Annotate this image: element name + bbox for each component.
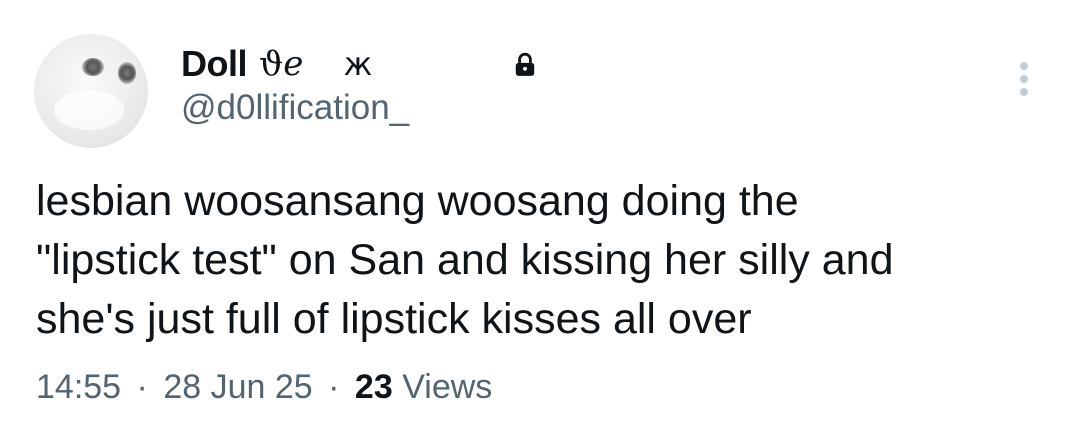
meta-separator: · xyxy=(136,368,148,406)
display-name-symbol-2: ж xyxy=(343,45,373,83)
tweet-text-line: lesbian woosansang woosang doing the xyxy=(36,177,799,225)
tweet-text: lesbian woosansang woosang doing the "li… xyxy=(36,172,1046,349)
meta-separator: · xyxy=(328,368,340,406)
avatar[interactable] xyxy=(34,34,148,148)
views-label: Views xyxy=(402,368,493,406)
avatar-eye-right xyxy=(118,62,136,84)
more-vertical-icon[interactable] xyxy=(1012,62,1036,96)
tweet: Doll ϑℯ ж @d0llification_ lesbian woosan… xyxy=(0,0,1080,430)
tweet-date[interactable]: 28 Jun 25 xyxy=(163,368,312,406)
more-dot xyxy=(1020,62,1028,70)
tweet-text-line: she's just full of lipstick kisses all o… xyxy=(36,295,752,343)
more-dot xyxy=(1020,75,1028,83)
display-name[interactable]: Doll xyxy=(181,43,248,85)
avatar-eye-left xyxy=(82,58,104,76)
author-name-row[interactable]: Doll ϑℯ ж xyxy=(181,40,372,88)
tweet-text-line: "lipstick test" on San and kissing her s… xyxy=(36,236,894,284)
views-count: 23 xyxy=(354,368,393,406)
tweet-meta: 14:55 · 28 Jun 25 · 23 Views xyxy=(36,368,492,407)
lock-icon xyxy=(515,52,535,76)
tweet-time[interactable]: 14:55 xyxy=(36,368,121,406)
author-handle[interactable]: @d0llification_ xyxy=(181,88,409,128)
display-name-symbol: ϑℯ xyxy=(259,44,304,84)
avatar-shine xyxy=(54,90,124,130)
more-dot xyxy=(1020,88,1028,96)
